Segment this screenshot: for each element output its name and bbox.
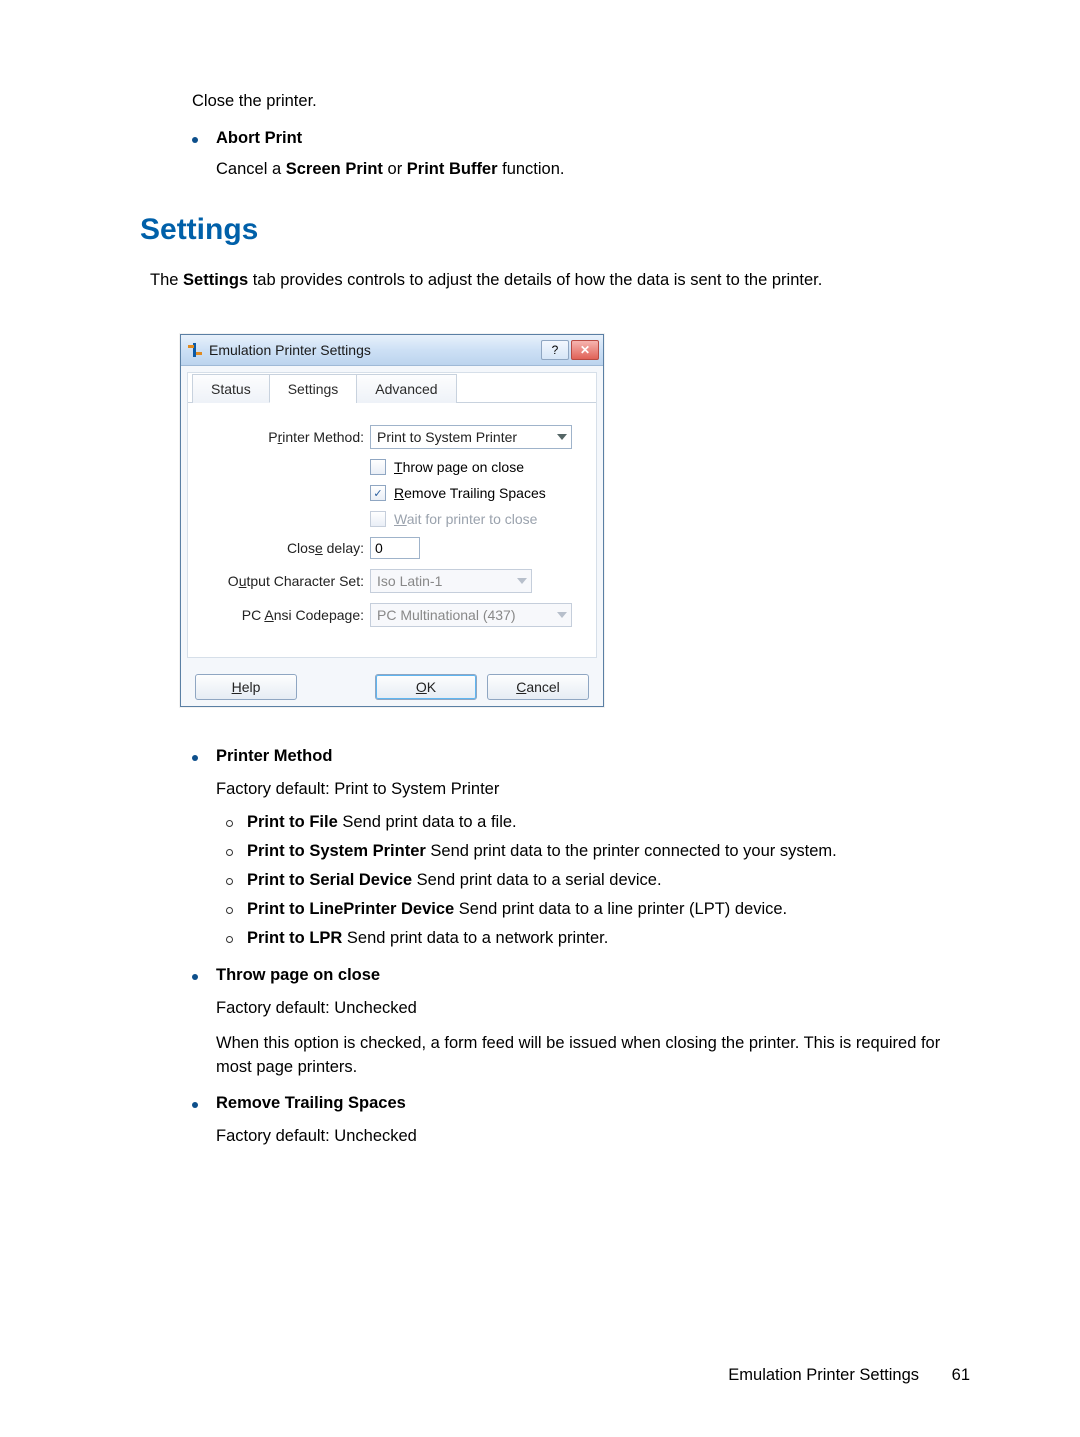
throw-page-title: Throw page on close xyxy=(216,966,380,985)
question-icon: ? xyxy=(552,344,559,356)
dropdown-output-charset: Iso Latin-1 xyxy=(370,569,532,593)
bullet-dot-icon xyxy=(192,755,198,761)
dialog-emulation-printer-settings: Emulation Printer Settings ? ✕ Status Se… xyxy=(180,334,604,707)
chevron-down-icon xyxy=(517,578,527,584)
bullet-dot-icon xyxy=(192,974,198,980)
circle-bullet-icon xyxy=(226,878,233,885)
label-close-delay: Close delay: xyxy=(206,540,370,556)
ok-button[interactable]: OK xyxy=(375,674,477,700)
close-icon: ✕ xyxy=(580,344,590,356)
page-footer: Emulation Printer Settings 61 xyxy=(728,1366,970,1385)
text-close-printer: Close the printer. xyxy=(192,92,970,111)
throw-page-default: Factory default: Unchecked xyxy=(216,999,970,1018)
remove-trailing-default: Factory default: Unchecked xyxy=(216,1127,970,1146)
dropdown-printer-method-value: Print to System Printer xyxy=(377,429,517,445)
dropdown-printer-method[interactable]: Print to System Printer xyxy=(370,425,572,449)
printer-method-default: Factory default: Print to System Printer xyxy=(216,780,970,799)
dropdown-pc-ansi-codepage-value: PC Multinational (437) xyxy=(377,607,516,623)
bullet-dot-icon xyxy=(192,1102,198,1108)
abort-print-title: Abort Print xyxy=(216,129,302,148)
list-item: Print to LPR Send print data to a networ… xyxy=(226,929,970,948)
bullet-printer-method: Printer Method xyxy=(192,747,970,766)
printer-method-title: Printer Method xyxy=(216,747,332,766)
dialog-title: Emulation Printer Settings xyxy=(209,342,541,358)
titlebar-close-button[interactable]: ✕ xyxy=(571,340,599,360)
throw-page-desc: When this option is checked, a form feed… xyxy=(216,1032,970,1080)
checkbox-wait-close xyxy=(370,511,386,527)
tab-status[interactable]: Status xyxy=(192,374,270,403)
label-printer-method: Printer Method: xyxy=(206,429,370,445)
footer-text: Emulation Printer Settings xyxy=(728,1366,919,1384)
input-close-delay[interactable]: 0 xyxy=(370,537,420,559)
circle-bullet-icon xyxy=(226,907,233,914)
label-throw-page: Throw page on close xyxy=(394,459,524,475)
list-item: Print to File Send print data to a file. xyxy=(226,813,970,832)
tab-settings[interactable]: Settings xyxy=(269,374,358,403)
checkbox-throw-page[interactable] xyxy=(370,459,386,475)
label-remove-trailing: Remove Trailing Spaces xyxy=(394,485,546,501)
remove-trailing-title: Remove Trailing Spaces xyxy=(216,1094,406,1113)
dropdown-pc-ansi-codepage: PC Multinational (437) xyxy=(370,603,572,627)
settings-intro-para: The Settings tab provides controls to ad… xyxy=(150,271,970,290)
list-item: Print to LinePrinter Device Send print d… xyxy=(226,900,970,919)
list-item: Print to System Printer Send print data … xyxy=(226,842,970,861)
bullet-dot-icon xyxy=(192,137,198,143)
chevron-down-icon xyxy=(557,434,567,440)
tab-strip: Status Settings Advanced xyxy=(188,373,596,403)
dialog-titlebar[interactable]: Emulation Printer Settings ? ✕ xyxy=(181,335,603,366)
circle-bullet-icon xyxy=(226,820,233,827)
page-number: 61 xyxy=(952,1366,970,1384)
circle-bullet-icon xyxy=(226,849,233,856)
label-pc-ansi-codepage: PC Ansi Codepage: xyxy=(206,607,370,623)
chevron-down-icon xyxy=(557,612,567,618)
input-close-delay-value: 0 xyxy=(375,540,383,556)
titlebar-help-button[interactable]: ? xyxy=(541,340,569,360)
cancel-button[interactable]: Cancel xyxy=(487,674,589,700)
app-icon xyxy=(187,342,203,358)
label-output-charset: Output Character Set: xyxy=(206,573,370,589)
list-item: Print to Serial Device Send print data t… xyxy=(226,871,970,890)
tab-advanced[interactable]: Advanced xyxy=(356,374,456,403)
bullet-abort-print: Abort Print xyxy=(192,129,970,148)
bullet-remove-trailing: Remove Trailing Spaces xyxy=(192,1094,970,1113)
bullet-throw-page: Throw page on close xyxy=(192,966,970,985)
dropdown-output-charset-value: Iso Latin-1 xyxy=(377,573,442,589)
circle-bullet-icon xyxy=(226,936,233,943)
help-button[interactable]: Help xyxy=(195,674,297,700)
checkbox-remove-trailing[interactable]: ✓ xyxy=(370,485,386,501)
abort-print-desc: Cancel a Screen Print or Print Buffer fu… xyxy=(216,160,970,179)
label-wait-close: Wait for printer to close xyxy=(394,511,537,527)
heading-settings: Settings xyxy=(140,213,970,247)
